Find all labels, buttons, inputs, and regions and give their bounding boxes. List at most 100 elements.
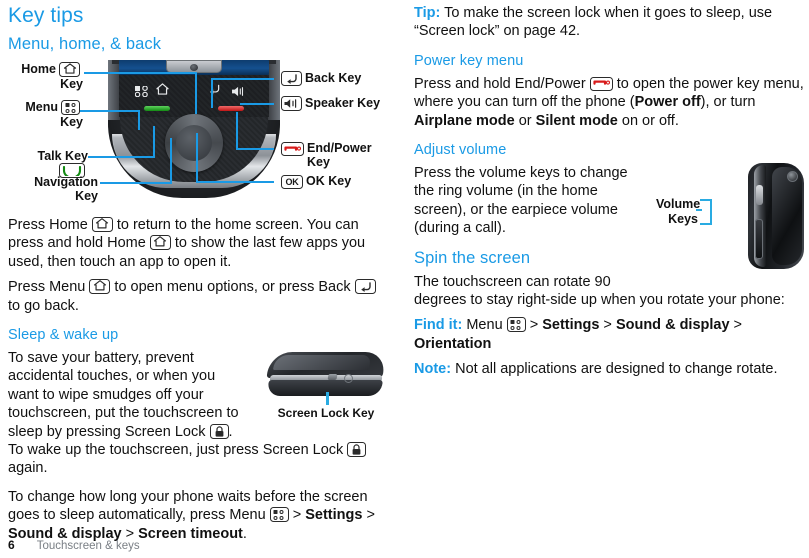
timeout-end: . — [242, 525, 247, 542]
callout-end-power-key: End/Power Key — [278, 141, 372, 169]
menu-icon — [506, 317, 526, 333]
leader-line-talk — [88, 156, 155, 158]
phone-glass — [272, 355, 372, 371]
pk-d: or — [514, 112, 536, 129]
figure-screen-lock: Screen Lock Key — [254, 348, 390, 432]
device-speaker-key[interactable] — [231, 84, 244, 97]
end-power-icon — [589, 76, 613, 91]
leader-line-talk-v — [153, 126, 155, 158]
callout-talk-key: Talk Key — [8, 149, 89, 179]
callout-speaker-label: Speaker Key — [305, 96, 381, 110]
home-icon — [59, 62, 80, 78]
phone-side-slot — [755, 219, 763, 260]
callout-menu-line1: Menu — [25, 100, 58, 114]
callout-nav-line1: Navigation — [34, 175, 98, 189]
back-arrow-icon — [281, 71, 302, 87]
menu-icon — [61, 100, 80, 116]
paragraph-menu-back: Press Menu to open menu options, or pres… — [8, 275, 390, 319]
device-end-power-key[interactable] — [218, 106, 244, 111]
key-diagram: Home Key Menu Key Talk Key Navigation Ke… — [8, 58, 390, 213]
home-icon — [149, 235, 171, 251]
device-menu-key[interactable] — [134, 84, 148, 98]
device-back-key[interactable] — [208, 82, 221, 95]
callout-speaker-key: Speaker Key — [278, 96, 381, 112]
volume-rocker-key[interactable] — [756, 185, 763, 206]
volume-keys-illustration — [736, 161, 806, 273]
callout-talk-label: Talk Key — [37, 149, 89, 163]
callout-ok-key: OK OK Key — [278, 174, 351, 189]
end-power-icon — [281, 141, 304, 156]
back-arrow-icon — [354, 279, 376, 295]
leader-line-home-v — [195, 72, 197, 114]
device-navigation-key[interactable] — [165, 114, 223, 172]
page-title: Key tips — [8, 4, 84, 27]
leader-line-ok — [196, 181, 274, 183]
screen-lock-icon — [347, 442, 367, 458]
phone-port — [344, 374, 353, 384]
sleep-c: again. — [8, 460, 48, 477]
paragraph-spin-the-screen: The touchscreen can rotate 90 degrees to… — [414, 273, 785, 309]
leader-line-screen-lock — [326, 392, 329, 406]
leader-line-endpower-v — [236, 112, 238, 150]
callout-back-label: Back Key — [305, 71, 362, 85]
volume-keys-caption: Volume Keys — [656, 197, 701, 227]
tip-lead: Tip: — [414, 5, 441, 21]
callout-nav-line2: Key — [75, 189, 98, 203]
path-settings: Settings — [305, 507, 363, 524]
figure-volume-keys: Volume Keys — [656, 161, 806, 275]
heading-sleep-wake-up: Sleep & wake up — [8, 327, 119, 344]
pk-a: Press and hold End/Power — [414, 75, 590, 92]
heading-adjust-volume: Adjust volume — [414, 142, 507, 159]
paragraph-find-it: Find it: Menu > Settings > Sound & displ… — [414, 313, 806, 357]
callout-ok-label: OK Key — [306, 174, 352, 188]
device-home-key[interactable] — [156, 82, 169, 95]
find-path-sound-display: Sound & display — [615, 317, 730, 334]
find-path-settings: Settings — [542, 317, 600, 334]
phone-side-face — [772, 167, 802, 266]
phone-front-illustration — [108, 60, 280, 200]
paragraph-power-key-menu: Press and hold End/Power to open the pow… — [414, 72, 806, 134]
volume-caption-line2: Keys — [668, 212, 698, 227]
sep1: > — [362, 507, 375, 524]
ok-icon: OK — [281, 174, 303, 189]
find-sep-2: > — [599, 317, 616, 334]
screen-lock-icon — [209, 423, 229, 439]
pk-e: on or off. — [617, 112, 679, 129]
callout-back-key: Back Key — [278, 71, 362, 87]
leader-line-nav-v — [170, 138, 172, 184]
timeout-b: > — [288, 507, 306, 524]
volume-caption-line1: Volume — [656, 197, 701, 212]
callout-menu-key: Menu Key — [8, 100, 83, 129]
speaker-icon — [281, 96, 302, 112]
p2-c: to go back. — [8, 297, 79, 314]
note-text: Not all applications are designed to cha… — [451, 361, 778, 378]
callout-endpower-line2: Key — [307, 155, 330, 169]
find-path-orientation: Orientation — [414, 335, 492, 352]
screen-lock-caption: Screen Lock Key — [277, 406, 375, 421]
leader-line-back — [211, 78, 274, 80]
p1-a: Press Home — [8, 217, 92, 233]
note-lead: Note: — [414, 361, 452, 378]
callout-endpower-line1: End/Power — [307, 141, 372, 155]
leader-bracket-volume — [700, 199, 712, 226]
left-column: Key tips Menu, home, & back Home Key Men… — [8, 0, 390, 547]
leader-line-nav — [100, 182, 172, 184]
leader-line-menu — [78, 110, 140, 112]
p2-a: Press Menu — [8, 279, 90, 296]
find-it-lead: Find it: — [414, 317, 463, 334]
find-it-menu: Menu — [462, 317, 507, 334]
callout-home-line1: Home — [21, 62, 56, 76]
device-talk-key[interactable] — [144, 106, 170, 111]
tip-text: To make the screen lock when it goes to … — [414, 5, 773, 40]
leader-line-ok-v — [196, 133, 198, 183]
p2-b: to open menu options, or press Back — [110, 279, 355, 296]
path-screen-timeout: Screen timeout — [138, 525, 243, 542]
heading-menu-home-back: Menu, home, & back — [8, 35, 162, 53]
screen-lock-button[interactable] — [327, 374, 338, 381]
screen-lock-illustration: Screen Lock Key — [262, 348, 390, 426]
phone-side-illustration — [748, 163, 804, 270]
sleep-a: To save your battery, prevent accidental… — [8, 350, 239, 440]
callout-menu-line2: Key — [60, 115, 83, 130]
find-sep-3: > — [729, 317, 743, 334]
page-number: 6 — [8, 538, 15, 552]
